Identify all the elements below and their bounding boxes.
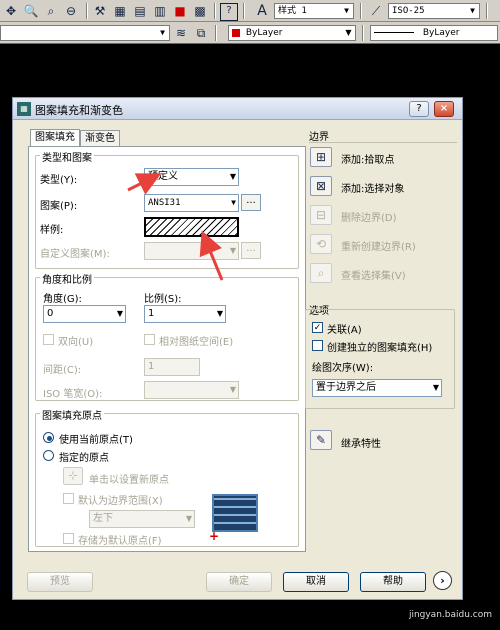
annotation-arrow-swatch (199, 230, 224, 281)
watermark: jingyan.baidu.com (408, 610, 492, 620)
annotation-arrows (127, 173, 224, 281)
annotation-arrow-type (127, 173, 162, 195)
